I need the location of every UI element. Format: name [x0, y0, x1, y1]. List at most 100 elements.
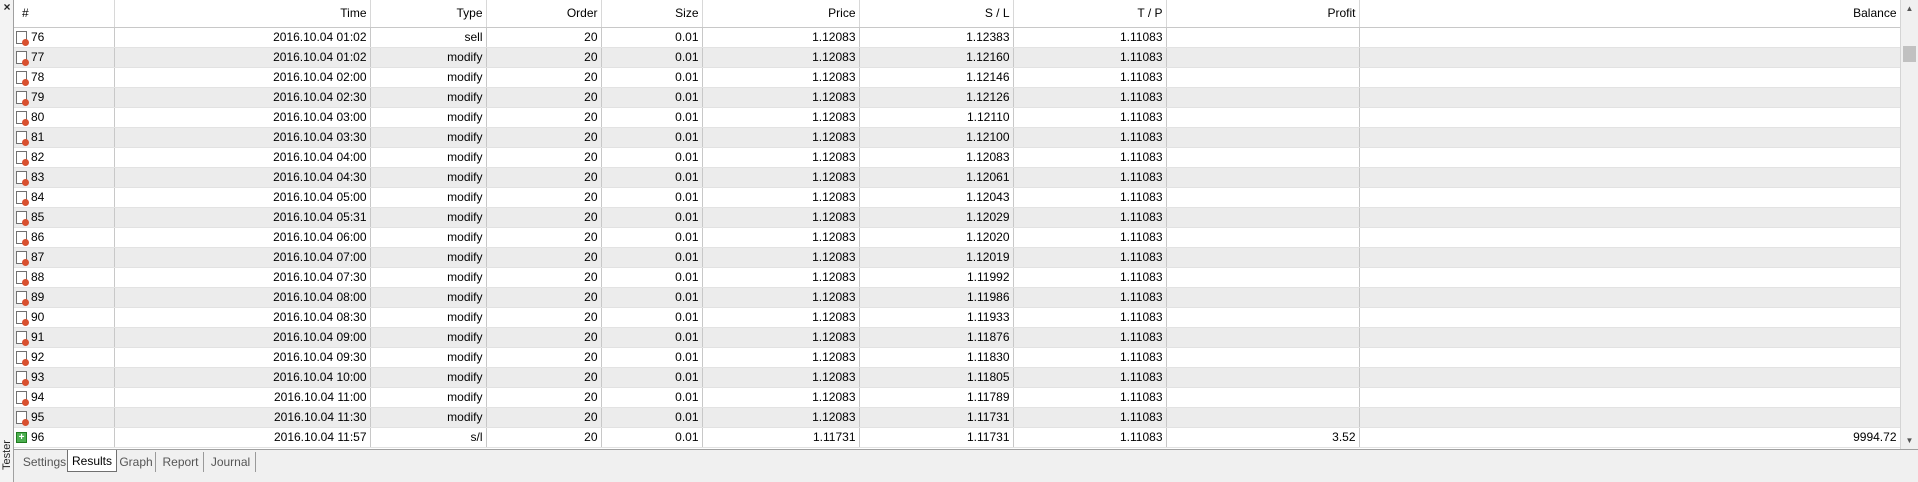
cell-order: 20 [486, 247, 602, 268]
cell-price: 1.12083 [702, 367, 860, 388]
table-row[interactable]: 95 2016.10.04 11:30 modify 20 0.01 1.12083 1.1… [14, 407, 1900, 428]
cell-type: sell [370, 27, 487, 48]
table-row[interactable]: 90 2016.10.04 08:30 modify 20 0.01 1.12083 1.1… [14, 307, 1900, 328]
col-header-tp[interactable]: T / P [1013, 0, 1167, 28]
cell-time: 2016.10.04 06:00 [114, 227, 371, 248]
col-header-profit[interactable]: Profit [1166, 0, 1360, 28]
col-header-type[interactable]: Type [370, 0, 487, 28]
cell-sl: 1.12019 [859, 247, 1014, 268]
order-icon [16, 111, 29, 126]
cell-type: modify [370, 67, 487, 88]
tab-graph[interactable]: Graph [117, 452, 156, 472]
table-row[interactable]: 87 2016.10.04 07:00 modify 20 0.01 1.12083 1.1… [14, 247, 1900, 268]
cell-type: modify [370, 187, 487, 208]
cell-time: 2016.10.04 07:00 [114, 247, 371, 268]
cell-profit [1166, 187, 1360, 208]
cell-tp: 1.11083 [1013, 367, 1167, 388]
tab-journal[interactable]: Journal [206, 452, 256, 472]
row-number: 90 [31, 309, 45, 324]
col-header-sl[interactable]: S / L [859, 0, 1014, 28]
table-row[interactable]: 83 2016.10.04 04:30 modify 20 0.01 1.12083 1.1… [14, 167, 1900, 188]
cell-tp: 1.11083 [1013, 267, 1167, 288]
cell-type: s/l [370, 427, 487, 448]
row-number: 79 [31, 89, 45, 104]
close-icon[interactable]: × [1, 1, 13, 13]
cell-number: 95 [14, 407, 115, 428]
order-icon [16, 231, 29, 246]
cell-order: 20 [486, 67, 602, 88]
cell-order: 20 [486, 147, 602, 168]
cell-sl: 1.12383 [859, 27, 1014, 48]
cell-order: 20 [486, 267, 602, 288]
cell-time: 2016.10.04 05:00 [114, 187, 371, 208]
table-row[interactable]: 85 2016.10.04 05:31 modify 20 0.01 1.12083 1.1… [14, 207, 1900, 228]
cell-sl: 1.12126 [859, 87, 1014, 108]
table-row[interactable]: +96 2016.10.04 11:57 s/l 20 0.01 1.11731 1.117… [14, 427, 1900, 448]
cell-number: 93 [14, 367, 115, 388]
cell-tp: 1.11083 [1013, 87, 1167, 108]
cell-price: 1.12083 [702, 167, 860, 188]
cell-type: modify [370, 87, 487, 108]
row-number: 78 [31, 69, 45, 84]
col-header-size[interactable]: Size [601, 0, 703, 28]
cell-balance [1359, 367, 1900, 388]
table-row[interactable]: 91 2016.10.04 09:00 modify 20 0.01 1.12083 1.1… [14, 327, 1900, 348]
cell-type: modify [370, 47, 487, 68]
tab-results[interactable]: Results [67, 450, 117, 472]
cell-order: 20 [486, 387, 602, 408]
table-row[interactable]: 84 2016.10.04 05:00 modify 20 0.01 1.12083 1.1… [14, 187, 1900, 208]
cell-order: 20 [486, 167, 602, 188]
table-row[interactable]: 76 2016.10.04 01:02 sell 20 0.01 1.12083 1.123… [14, 27, 1900, 48]
table-row[interactable]: 88 2016.10.04 07:30 modify 20 0.01 1.12083 1.1… [14, 267, 1900, 288]
cell-sl: 1.11805 [859, 367, 1014, 388]
table-row[interactable]: 80 2016.10.04 03:00 modify 20 0.01 1.12083 1.1… [14, 107, 1900, 128]
table-row[interactable]: 89 2016.10.04 08:00 modify 20 0.01 1.12083 1.1… [14, 287, 1900, 308]
order-icon [16, 331, 29, 346]
cell-tp: 1.11083 [1013, 167, 1167, 188]
cell-profit: 3.52 [1166, 427, 1360, 448]
table-row[interactable]: 86 2016.10.04 06:00 modify 20 0.01 1.12083 1.1… [14, 227, 1900, 248]
cell-time: 2016.10.04 08:00 [114, 287, 371, 308]
cell-balance [1359, 47, 1900, 68]
tab-report[interactable]: Report [158, 452, 204, 472]
cell-balance [1359, 407, 1900, 428]
col-header-price[interactable]: Price [702, 0, 860, 28]
table-row[interactable]: 82 2016.10.04 04:00 modify 20 0.01 1.12083 1.1… [14, 147, 1900, 168]
vertical-scrollbar[interactable]: ▲ ▼ [1900, 0, 1918, 449]
cell-number: 80 [14, 107, 115, 128]
cell-order: 20 [486, 427, 602, 448]
scroll-thumb[interactable] [1903, 46, 1916, 62]
col-header-number[interactable]: # [14, 0, 115, 28]
cell-number: 84 [14, 187, 115, 208]
table-row[interactable]: 78 2016.10.04 02:00 modify 20 0.01 1.12083 1.1… [14, 67, 1900, 88]
scroll-down-arrow-icon[interactable]: ▼ [1901, 432, 1918, 449]
cell-size: 0.01 [601, 187, 703, 208]
tab-settings[interactable]: Settings [22, 452, 68, 472]
table-row[interactable]: 81 2016.10.04 03:30 modify 20 0.01 1.12083 1.1… [14, 127, 1900, 148]
cell-profit [1166, 147, 1360, 168]
cell-number: 88 [14, 267, 115, 288]
cell-size: 0.01 [601, 427, 703, 448]
scroll-up-arrow-icon[interactable]: ▲ [1901, 0, 1918, 17]
cell-tp: 1.11083 [1013, 387, 1167, 408]
order-icon [16, 411, 29, 426]
col-header-balance[interactable]: Balance [1359, 0, 1900, 28]
cell-number: 92 [14, 347, 115, 368]
table-row[interactable]: 77 2016.10.04 01:02 modify 20 0.01 1.12083 1.1… [14, 47, 1900, 68]
table-row[interactable]: 79 2016.10.04 02:30 modify 20 0.01 1.12083 1.1… [14, 87, 1900, 108]
table-row[interactable]: 93 2016.10.04 10:00 modify 20 0.01 1.12083 1.1… [14, 367, 1900, 388]
table-row[interactable]: 92 2016.10.04 09:30 modify 20 0.01 1.12083 1.1… [14, 347, 1900, 368]
cell-type: modify [370, 267, 487, 288]
cell-profit [1166, 407, 1360, 428]
table-row[interactable]: 94 2016.10.04 11:00 modify 20 0.01 1.12083 1.1… [14, 387, 1900, 408]
cell-balance [1359, 67, 1900, 88]
col-header-order[interactable]: Order [486, 0, 602, 28]
cell-order: 20 [486, 327, 602, 348]
cell-price: 1.12083 [702, 407, 860, 428]
cell-sl: 1.12029 [859, 207, 1014, 228]
order-icon [16, 51, 29, 66]
cell-order: 20 [486, 87, 602, 108]
order-icon [16, 391, 29, 406]
cell-size: 0.01 [601, 227, 703, 248]
col-header-time[interactable]: Time [114, 0, 371, 28]
